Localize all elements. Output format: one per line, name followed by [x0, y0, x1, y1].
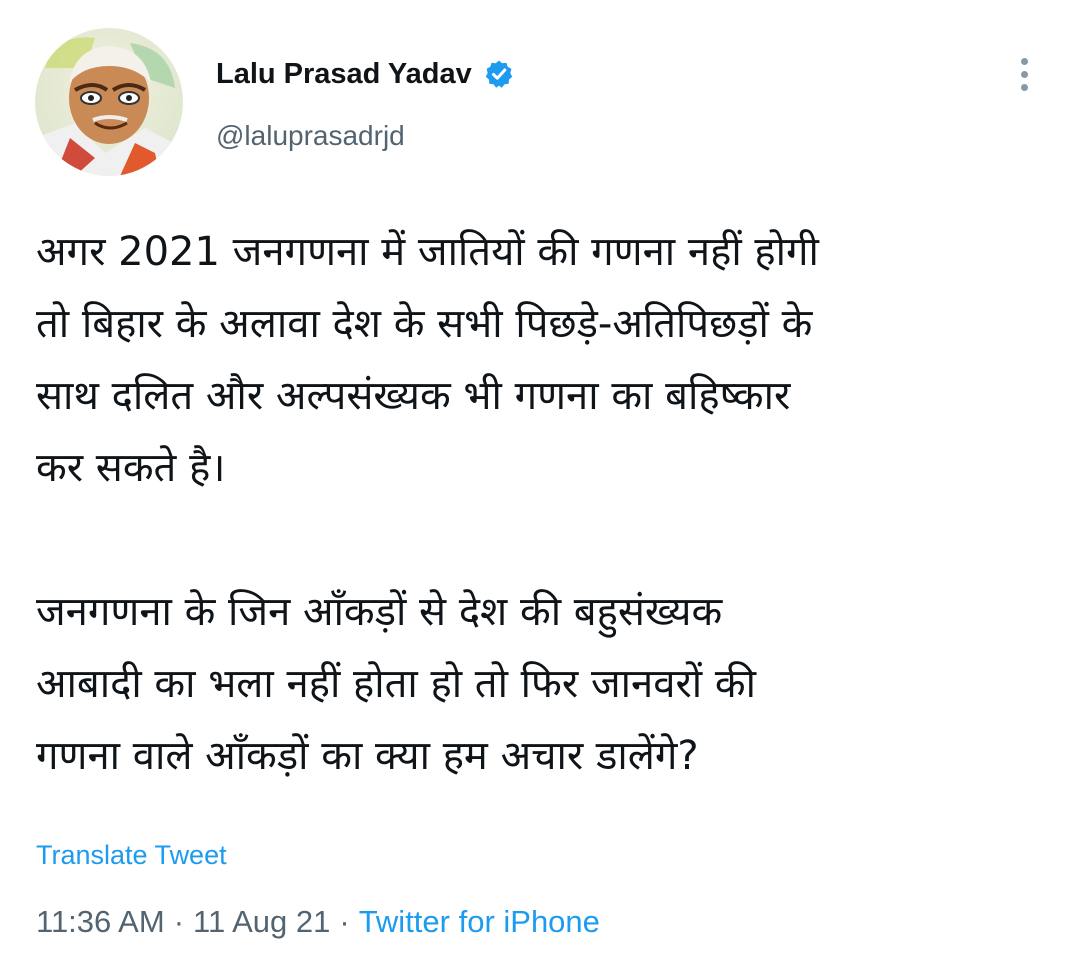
translate-tweet-link[interactable]: Translate Tweet	[36, 840, 227, 871]
more-dot	[1020, 70, 1028, 78]
tweet-line: गणना वाले आँकड़ों का क्या हम अचार डालेंग…	[36, 733, 699, 779]
author-name-row: Lalu Prasad Yadav	[216, 54, 514, 94]
tweet-card: Lalu Prasad Yadav @laluprasadrjd अगर 202…	[0, 0, 1080, 976]
more-vertical-icon[interactable]	[1004, 50, 1044, 98]
verified-badge-icon	[484, 59, 514, 89]
avatar-image	[35, 28, 183, 176]
tweet-line: कर सकते है।	[36, 445, 226, 491]
tweet-line: तो बिहार के अलावा देश के सभी पिछड़े-अतिप…	[36, 301, 813, 347]
tweet-line: आबादी का भला नहीं होता हो तो फिर जानवरों…	[36, 661, 756, 707]
author-display-name[interactable]: Lalu Prasad Yadav	[216, 58, 472, 91]
meta-separator: ·	[339, 904, 350, 939]
meta-separator: ·	[173, 904, 185, 939]
more-dot	[1020, 83, 1028, 91]
profile-avatar[interactable]	[35, 28, 183, 176]
tweet-time[interactable]: 11:36 AM	[36, 904, 165, 940]
tweet-source-link[interactable]: Twitter for iPhone	[359, 904, 600, 940]
tweet-line: अगर 2021 जनगणना में जातियों की गणना नहीं…	[36, 229, 819, 275]
tweet-date[interactable]: 11 Aug 21	[193, 904, 330, 940]
more-dot	[1020, 57, 1028, 65]
tweet-meta: 11:36 AM · 11 Aug 21 · Twitter for iPhon…	[36, 904, 600, 940]
author-handle[interactable]: @laluprasadrjd	[216, 120, 405, 152]
tweet-line: जनगणना के जिन आँकड़ों से देश की बहुसंख्य…	[36, 589, 723, 635]
tweet-text: अगर 2021 जनगणना में जातियों की गणना नहीं…	[36, 216, 1046, 792]
tweet-line: साथ दलित और अल्पसंख्यक भी गणना का बहिष्क…	[36, 373, 791, 419]
